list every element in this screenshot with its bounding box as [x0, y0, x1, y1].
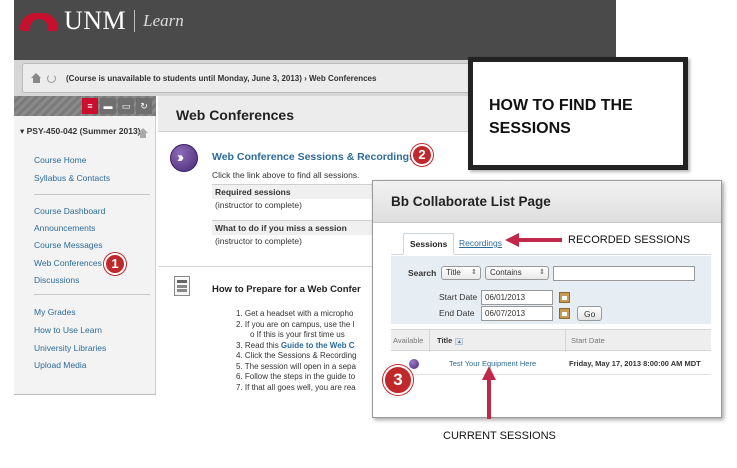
page-title: Web Conferences: [176, 107, 294, 123]
arrow-to-current-session: [482, 366, 496, 380]
end-date-input[interactable]: 06/07/2013: [481, 306, 553, 321]
step-badge-1: 1: [104, 253, 126, 275]
sidebar-item-university-libraries[interactable]: University Libraries: [34, 343, 106, 353]
instruction-callout: HOW TO FIND THE SESSIONS: [468, 57, 688, 170]
sidebar-item-course-home[interactable]: Course Home: [34, 155, 86, 165]
course-menu-sidebar: ≡ ▬ ▭ ↻ ▾ PSY-450-042 (Summer 2013) Cour…: [14, 96, 156, 394]
logo-text: UNM: [64, 6, 127, 35]
end-date-label: End Date: [439, 308, 475, 318]
calendar-icon[interactable]: [559, 308, 570, 319]
arrow-shaft: [518, 238, 562, 242]
sidebar-divider: [34, 194, 150, 195]
go-button[interactable]: Go: [577, 306, 603, 321]
refresh-menu-icon[interactable]: ↻: [136, 98, 152, 114]
unm-logo-mark: [20, 11, 60, 31]
start-date-label: Start Date: [439, 292, 478, 302]
list-item: 7. If that all goes well, you are rea: [236, 382, 356, 392]
list-item: o If this is your first time us: [250, 330, 345, 339]
sidebar-item-my-grades[interactable]: My Grades: [34, 307, 76, 317]
sidebar-toolbar: ≡ ▬ ▭ ↻: [14, 96, 156, 116]
list-item: 6. Follow the steps in the guide to: [236, 372, 356, 381]
start-date-input[interactable]: 06/01/2013: [481, 290, 553, 305]
sort-ascending-icon[interactable]: ▲: [455, 337, 464, 345]
col-start-date[interactable]: Start Date: [571, 336, 605, 345]
sidebar-bottom-rule: [14, 394, 156, 395]
sidebar-item-discussions[interactable]: Discussions: [34, 275, 79, 285]
bb-collaborate-panel: Bb Collaborate List Page Sessions Record…: [372, 180, 722, 418]
step-badge-2: 2: [411, 144, 433, 166]
bb-panel-title: Bb Collaborate List Page: [391, 194, 551, 209]
sidebar-item-web-conferences[interactable]: Web Conferences: [34, 258, 102, 268]
search-label: Search: [408, 268, 437, 278]
window-icon[interactable]: ▭: [118, 98, 134, 114]
tab-recordings[interactable]: Recordings: [459, 238, 502, 248]
current-sessions-label: CURRENT SESSIONS: [443, 430, 556, 442]
sessions-table-header: Available Title ▲ Start Date: [391, 329, 711, 352]
required-sessions-heading: Required sessions: [212, 185, 372, 199]
list-view-icon[interactable]: ≡: [82, 98, 98, 114]
bb-search-panel: Search Title ⇕ Contains ⇕ Start Date 06/01…: [391, 256, 711, 324]
logo-subtitle: Learn: [143, 11, 184, 30]
list-item: 2. If you are on campus, use the l: [236, 319, 355, 329]
missed-session-note: (instructor to complete): [215, 236, 302, 246]
arrow-to-recordings: [505, 233, 519, 247]
document-icon: [174, 276, 190, 296]
arrow-shaft: [487, 379, 491, 419]
home-icon[interactable]: [31, 73, 42, 83]
search-field-select[interactable]: Title ⇕: [441, 266, 481, 280]
required-sessions-box: Required sessions (instructor to complet…: [212, 184, 372, 211]
course-title[interactable]: ▾ PSY-450-042 (Summer 2013): [20, 126, 148, 137]
prepare-heading[interactable]: How to Prepare for a Web Confer: [212, 284, 361, 295]
search-input[interactable]: [553, 266, 695, 281]
sidebar-divider: [34, 294, 150, 295]
bb-panel-header: Bb Collaborate List Page: [373, 181, 721, 223]
missed-session-heading: What to do if you miss a session: [212, 221, 372, 235]
top-header-bar: UNM Learn: [14, 0, 616, 60]
sidebar-item-syllabus[interactable]: Syllabus & Contacts: [34, 173, 110, 183]
folder-view-icon[interactable]: ▬: [100, 98, 116, 114]
required-sessions-note: (instructor to complete): [215, 200, 302, 210]
col-available[interactable]: Available: [393, 336, 423, 345]
guide-link[interactable]: Guide to the Web C: [281, 341, 355, 350]
calendar-icon[interactable]: [559, 292, 570, 303]
course-home-icon[interactable]: [138, 128, 148, 138]
sidebar-item-how-to-use-learn[interactable]: How to Use Learn: [34, 325, 102, 335]
list-item: 1. Get a headset with a micropho: [236, 309, 354, 318]
web-conference-sessions-link[interactable]: Web Conference Sessions & Recordings: [212, 151, 415, 163]
conference-description: Click the link above to find all session…: [212, 170, 360, 180]
prepare-steps-list: 1. Get a headset with a micropho 2. If y…: [236, 309, 357, 393]
session-available-icon: [409, 359, 419, 369]
sidebar-item-announcements[interactable]: Announcements: [34, 223, 95, 233]
search-operator-select[interactable]: Contains ⇕: [485, 266, 549, 280]
session-start-date: Friday, May 17, 2013 8:00:00 AM MDT: [569, 359, 701, 368]
web-conference-icon[interactable]: ››: [170, 144, 198, 172]
recorded-sessions-label: RECORDED SESSIONS: [568, 234, 691, 246]
missed-session-box: What to do if you miss a session (instru…: [212, 220, 372, 247]
table-row: Test Your Equipment Here Friday, May 17,…: [391, 353, 711, 375]
list-item: 5. The session will open in a sepa: [236, 361, 356, 371]
breadcrumb-text[interactable]: (Course is unavailable to students until…: [66, 74, 376, 83]
list-item: 3. Read this Guide to the Web C: [236, 340, 355, 350]
sidebar-item-course-dashboard[interactable]: Course Dashboard: [34, 206, 105, 216]
col-title[interactable]: Title ▲: [437, 336, 464, 345]
unm-logo[interactable]: UNM Learn: [20, 6, 184, 36]
refresh-icon[interactable]: [47, 73, 56, 83]
tab-sessions[interactable]: Sessions: [403, 233, 455, 255]
logo-separator: [134, 10, 136, 32]
list-item: 4. Click the Sessions & Recording: [236, 351, 357, 360]
callout-text: HOW TO FIND THE SESSIONS: [489, 97, 633, 137]
sidebar-item-upload-media[interactable]: Upload Media: [34, 360, 86, 370]
sidebar-item-course-messages[interactable]: Course Messages: [34, 240, 103, 250]
step-badge-3: 3: [383, 365, 413, 395]
